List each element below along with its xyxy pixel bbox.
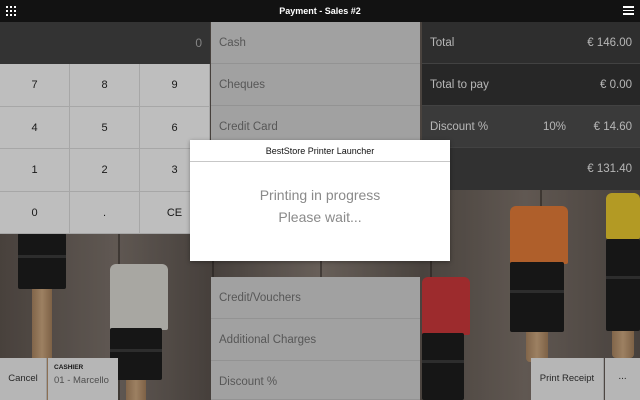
menu-icon[interactable] — [623, 6, 634, 15]
printer-dialog: BestStore Printer Launcher Printing in p… — [190, 140, 450, 261]
dialog-message-line-2: Please wait... — [278, 209, 362, 225]
top-bar: Payment - Sales #2 — [0, 0, 640, 22]
dialog-title: BestStore Printer Launcher — [190, 140, 450, 162]
page-title: Payment - Sales #2 — [279, 6, 361, 16]
dialog-message-line-1: Printing in progress — [259, 187, 381, 203]
